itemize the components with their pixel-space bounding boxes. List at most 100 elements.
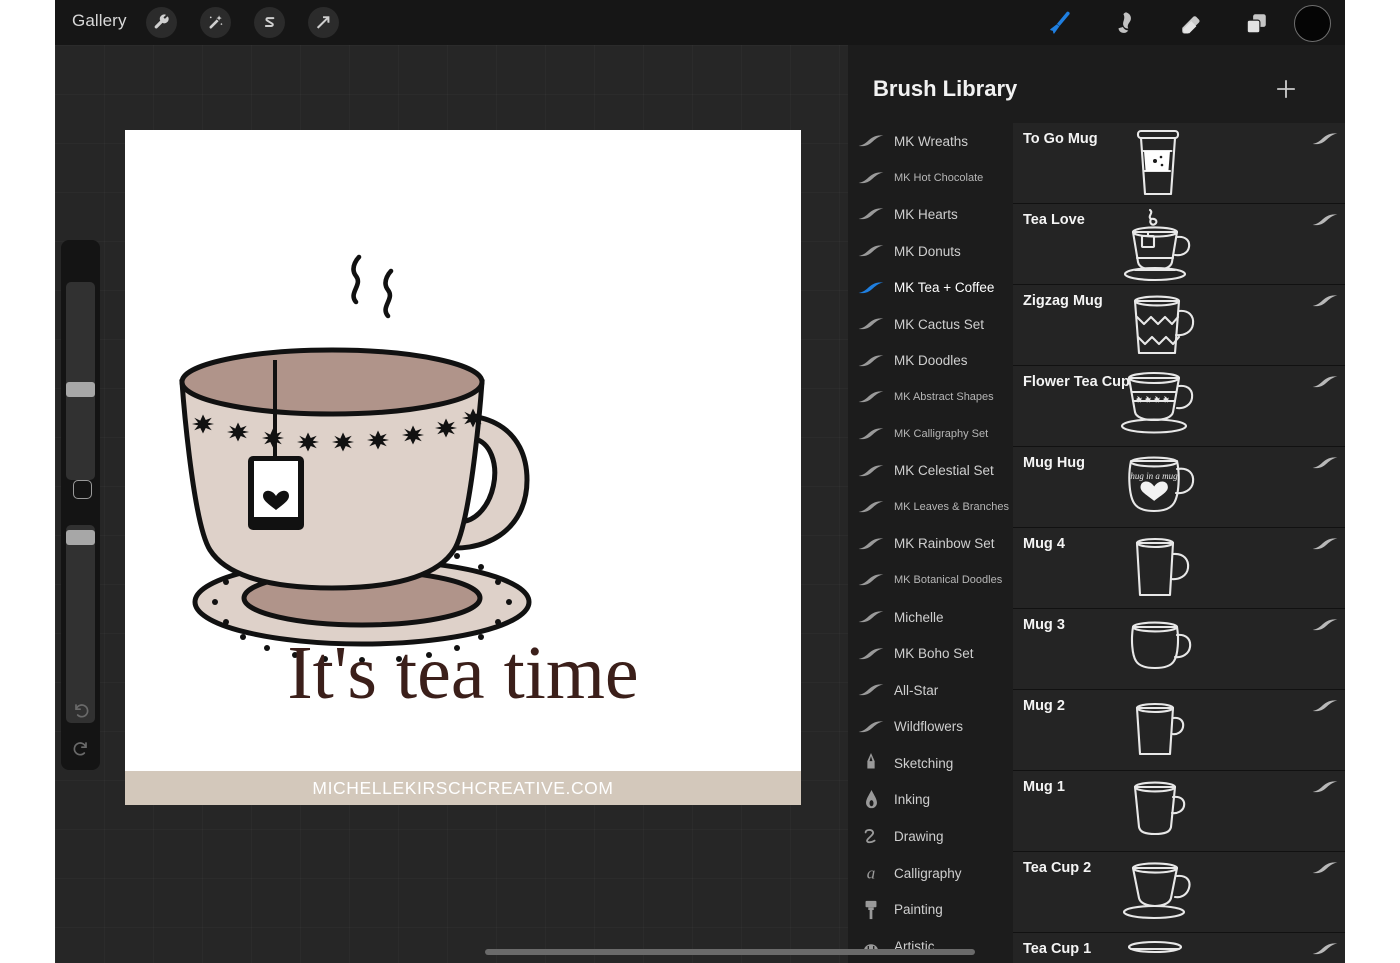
brush-size-slider[interactable]: [66, 282, 95, 480]
brush-library-panel: Brush Library MK Wreaths MK Hot Chocolate…: [848, 45, 1345, 963]
brush-set-item-artistic[interactable]: Artistic: [848, 928, 1013, 963]
brush-set-label: MK Calligraphy Set: [894, 428, 989, 441]
color-swatch-button[interactable]: [1294, 5, 1331, 42]
brush-set-item-mk-calligraphy-set[interactable]: MK Calligraphy Set: [848, 416, 1013, 453]
brush-set-item-mk-tea-coffee[interactable]: MK Tea + Coffee: [848, 269, 1013, 306]
brush-set-item-mk-celestial-set[interactable]: MK Celestial Set: [848, 452, 1013, 489]
brush-stroke-icon: [1311, 536, 1338, 550]
brush-set-item-calligraphy[interactable]: a Calligraphy: [848, 855, 1013, 892]
brush-stroke-icon: [1311, 941, 1338, 955]
brush-set-item-all-star[interactable]: All-Star: [848, 672, 1013, 709]
brush-stroke-icon: [1311, 779, 1338, 793]
brush-item-name: Mug 4: [1023, 536, 1065, 552]
tea-love-thumb: [1093, 206, 1221, 282]
watermark-bar: MICHELLEKIRSCHCREATIVE.COM: [125, 771, 801, 805]
brush-item-name: Mug 1: [1023, 779, 1065, 795]
brush-stroke-icon: [848, 572, 894, 588]
brush-item[interactable]: Mug 1: [1013, 771, 1345, 852]
brush-set-item-mk-hearts[interactable]: MK Hearts: [848, 196, 1013, 233]
brush-stroke-icon: [848, 426, 894, 442]
brush-item-list[interactable]: To Go Mug Tea Love Zigzag Mug Flower Tea Cu…: [1013, 123, 1345, 963]
brush-set-item-painting[interactable]: Painting: [848, 891, 1013, 928]
brush-set-label: MK Hearts: [894, 206, 958, 222]
selection-icon[interactable]: [254, 7, 285, 38]
add-brush-set-button[interactable]: [1273, 76, 1299, 102]
layers-icon[interactable]: [1236, 6, 1276, 40]
brush-stroke-icon: [848, 243, 894, 259]
brush-set-label: Michelle: [894, 609, 944, 625]
undo-button[interactable]: [71, 700, 91, 720]
brush-item[interactable]: To Go Mug: [1013, 123, 1345, 204]
brush-set-label: All-Star: [894, 682, 939, 698]
brush-size-slider-thumb[interactable]: [66, 382, 95, 397]
brush-set-item-inking[interactable]: Inking: [848, 782, 1013, 819]
brush-set-item-mk-rainbow-set[interactable]: MK Rainbow Set: [848, 526, 1013, 563]
brush-item-name: Tea Cup 1: [1023, 941, 1092, 957]
brush-set-item-drawing[interactable]: Drawing: [848, 818, 1013, 855]
brush-set-item-mk-botanical-doodles[interactable]: MK Botanical Doodles: [848, 562, 1013, 599]
brush-stroke-icon: [1311, 131, 1338, 145]
tea-cup-1-thumb: [1093, 935, 1221, 963]
procreate-app-window: Gallery It's tea time MICHELLEKIRSCHCREA…: [55, 0, 1345, 963]
brush-item[interactable]: Tea Love: [1013, 204, 1345, 285]
gallery-button[interactable]: Gallery: [72, 11, 127, 31]
brush-set-label: MK Cactus Set: [894, 316, 985, 332]
brush-item[interactable]: Mug Hug hug in a mug: [1013, 447, 1345, 528]
brush-set-item-mk-abstract-shapes[interactable]: MK Abstract Shapes: [848, 379, 1013, 416]
brush-opacity-slider[interactable]: [66, 525, 95, 723]
brush-set-label: MK Rainbow Set: [894, 536, 995, 552]
brush-stroke-icon: [1311, 860, 1338, 874]
brush-set-item-michelle[interactable]: Michelle: [848, 599, 1013, 636]
brush-stroke-icon: [848, 719, 894, 735]
brush-item[interactable]: Zigzag Mug: [1013, 285, 1345, 366]
tea-cup-2-thumb: [1093, 854, 1221, 930]
brush-set-label: MK Abstract Shapes: [894, 391, 994, 404]
artwork-quote: It's tea time: [287, 631, 638, 715]
teacup-illustration: It's tea time: [179, 254, 639, 715]
brush-set-label: MK Boho Set: [894, 646, 974, 662]
magic-wand-icon[interactable]: [200, 7, 231, 38]
redo-button[interactable]: [71, 738, 91, 758]
brush-set-label: Wildflowers: [894, 719, 964, 735]
brush-set-item-mk-cactus-set[interactable]: MK Cactus Set: [848, 306, 1013, 343]
letter-a-icon: a: [848, 863, 894, 883]
brush-set-item-mk-wreaths[interactable]: MK Wreaths: [848, 123, 1013, 160]
brush-opacity-slider-thumb[interactable]: [66, 530, 95, 545]
pencil-tip-icon: [848, 753, 894, 773]
horizontal-scrollbar[interactable]: [485, 949, 975, 955]
brush-set-label: Inking: [894, 792, 931, 808]
brush-item[interactable]: Mug 4: [1013, 528, 1345, 609]
brush-set-label: Sketching: [894, 755, 954, 771]
transform-arrow-icon[interactable]: [308, 7, 339, 38]
brush-item-name: Zigzag Mug: [1023, 293, 1103, 309]
brush-stroke-icon: [848, 536, 894, 552]
brush-set-item-mk-hot-chocolate[interactable]: MK Hot Chocolate: [848, 160, 1013, 197]
brush-item[interactable]: Flower Tea Cup: [1013, 366, 1345, 447]
brush-item-name: Tea Cup 2: [1023, 860, 1092, 876]
eraser-icon[interactable]: [1171, 6, 1211, 40]
mug-1-thumb: [1093, 773, 1221, 849]
brush-item-name: To Go Mug: [1023, 131, 1098, 147]
brush-item[interactable]: Mug 3: [1013, 609, 1345, 690]
brush-item[interactable]: Tea Cup 1: [1013, 933, 1345, 963]
modify-button[interactable]: [73, 480, 92, 499]
artboard-canvas[interactable]: It's tea time MICHELLEKIRSCHCREATIVE.COM: [125, 130, 801, 805]
smudge-icon[interactable]: [1105, 6, 1145, 40]
brush-set-label: Drawing: [894, 829, 944, 845]
brush-set-item-wildflowers[interactable]: Wildflowers: [848, 709, 1013, 746]
brush-stroke-icon: [848, 353, 894, 369]
brush-stroke-icon: [1311, 374, 1338, 388]
brush-set-item-mk-boho-set[interactable]: MK Boho Set: [848, 635, 1013, 672]
brush-item-name: Tea Love: [1023, 212, 1085, 228]
paintbrush-icon[interactable]: [1040, 6, 1080, 40]
brush-set-list[interactable]: MK Wreaths MK Hot Chocolate MK Hearts MK Do…: [848, 123, 1013, 963]
brush-set-item-mk-donuts[interactable]: MK Donuts: [848, 233, 1013, 270]
brush-set-item-sketching[interactable]: Sketching: [848, 745, 1013, 782]
wrench-icon[interactable]: [146, 7, 177, 38]
brush-set-item-mk-leaves-branches[interactable]: MK Leaves & Branches: [848, 489, 1013, 526]
brush-item[interactable]: Mug 2: [1013, 690, 1345, 771]
brush-item[interactable]: Tea Cup 2: [1013, 852, 1345, 933]
brush-set-item-mk-doodles[interactable]: MK Doodles: [848, 343, 1013, 380]
paint-brush-flat-icon: [848, 900, 894, 920]
brush-stroke-icon: [848, 170, 894, 186]
